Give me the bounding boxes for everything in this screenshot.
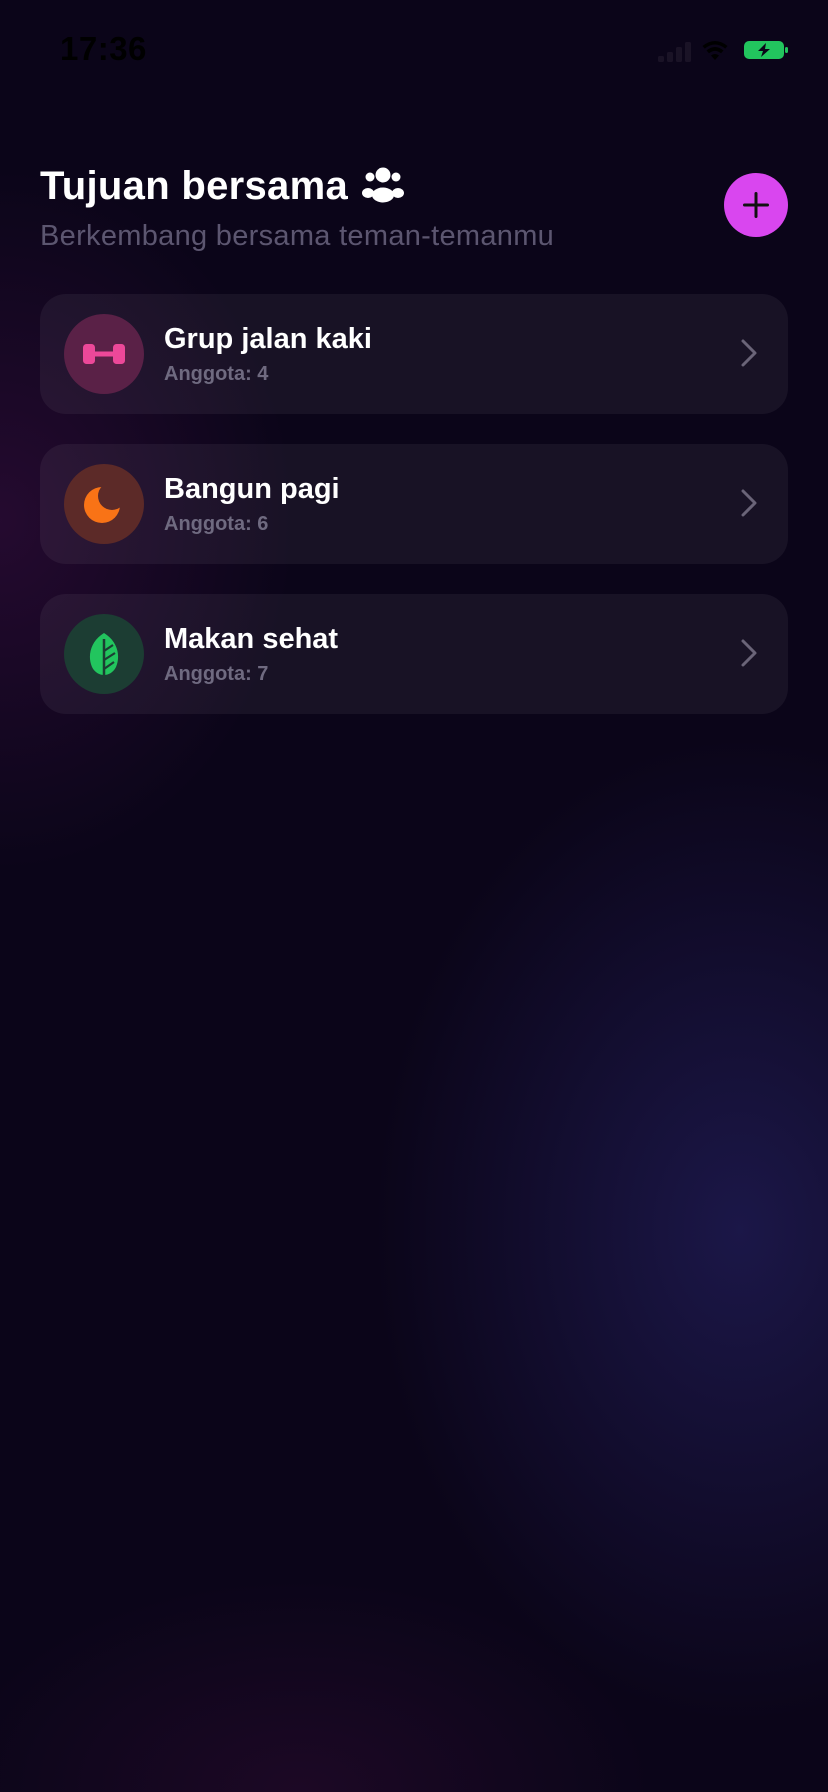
battery-icon — [744, 41, 788, 59]
group-card-healthy-eating[interactable]: Makan sehat Anggota: 7 — [40, 594, 788, 714]
group-members-count: Anggota: 6 — [164, 513, 269, 535]
group-members-count: Anggota: 7 — [164, 663, 269, 685]
group-icon-container — [64, 464, 144, 544]
plus-icon — [743, 192, 769, 218]
group-card-wake-up[interactable]: Bangun pagi Anggota: 6 — [40, 444, 788, 564]
signal-icon — [658, 42, 691, 62]
group-text: Grup jalan kaki Anggota: 4 — [164, 322, 372, 386]
group-name: Makan sehat — [164, 623, 339, 655]
page-title-row: Tujuan bersama — [40, 158, 790, 214]
group-members-count: Anggota: 4 — [164, 363, 269, 385]
dumbbell-icon — [83, 344, 125, 364]
group-text: Makan sehat Anggota: 7 — [164, 622, 338, 686]
wifi-icon — [702, 41, 728, 60]
moon-icon — [84, 482, 126, 523]
group-icon-container — [64, 614, 144, 694]
group-list: Grup jalan kaki Anggota: 4 Bangun pagi A… — [40, 294, 788, 744]
chevron-right-icon — [741, 339, 757, 367]
page-subtitle: Berkembang bersama teman-temanmu — [40, 220, 555, 252]
group-card-walking[interactable]: Grup jalan kaki Anggota: 4 — [40, 294, 788, 414]
page-header: Tujuan bersama Berkembang bersama teman-… — [40, 158, 790, 258]
group-icon-container — [64, 314, 144, 394]
chevron-right-icon — [741, 489, 757, 517]
status-bar: 17:36 — [0, 0, 828, 100]
add-goal-button[interactable] — [724, 173, 788, 237]
group-text: Bangun pagi Anggota: 6 — [164, 472, 340, 536]
group-name: Bangun pagi — [164, 473, 340, 505]
page-title: Tujuan bersama — [40, 163, 348, 208]
status-time: 17:36 — [60, 30, 147, 67]
leaf-icon — [89, 633, 119, 675]
chevron-right-icon — [741, 639, 757, 667]
people-group-icon — [362, 167, 404, 203]
group-name: Grup jalan kaki — [164, 323, 372, 355]
